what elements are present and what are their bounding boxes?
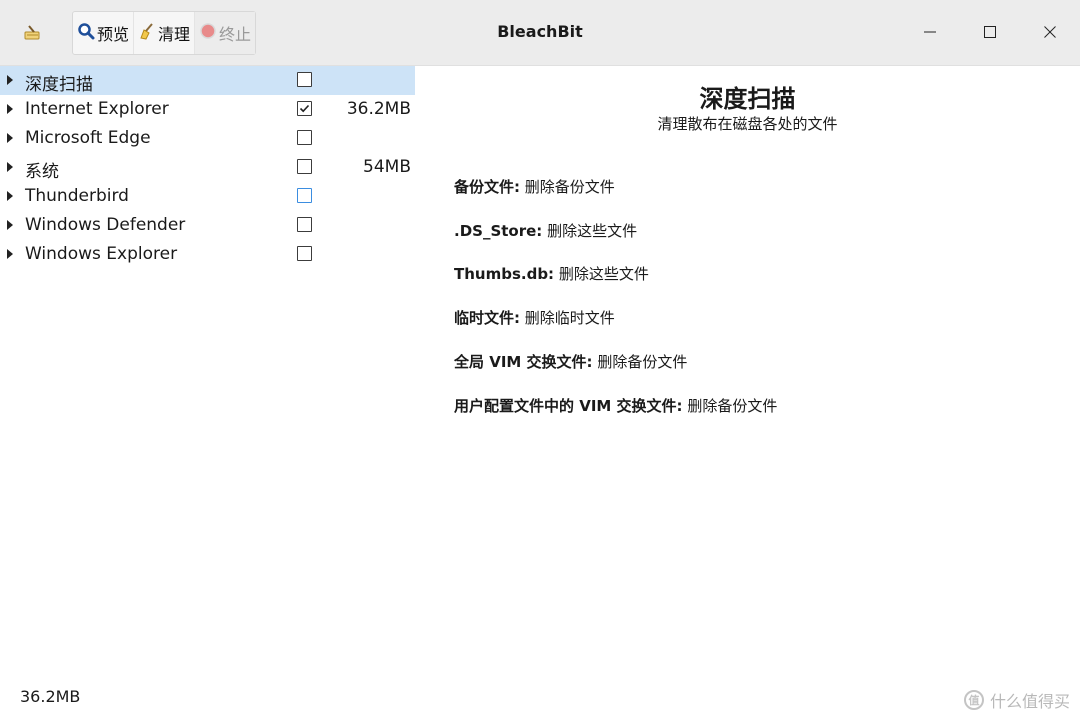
option-description: 备份文件: 删除备份文件 [454,176,615,197]
magnifier-icon [77,22,95,44]
tree-row-thunderbird[interactable]: Thunderbird [0,182,415,211]
tree-item-checkbox[interactable] [297,72,312,87]
tree-item-label: Windows Defender [25,215,186,235]
tree-item-checkbox[interactable] [297,188,312,203]
tree-row-system[interactable]: 系统 54MB [0,153,415,182]
tree-item-label: Internet Explorer [25,99,169,119]
option-name: 临时文件: [454,309,520,327]
stop-button[interactable]: 终止 [194,12,256,54]
minimize-icon [923,24,937,43]
option-text: 删除这些文件 [547,222,638,240]
tree-row-internet-explorer[interactable]: Internet Explorer 36.2MB [0,95,415,124]
stop-circle-icon [199,22,217,44]
tree-row-microsoft-edge[interactable]: Microsoft Edge [0,124,415,153]
tree-item-checkbox[interactable] [297,217,312,232]
clean-label: 清理 [158,25,191,44]
toolbar: 预览 清理 终止 [72,11,257,55]
option-description: 用户配置文件中的 VIM 交换文件: 删除备份文件 [454,395,777,416]
tree-item-label: Thunderbird [25,186,129,206]
option-name: 全局 VIM 交换文件: [454,353,593,371]
option-description: 临时文件: 删除临时文件 [454,307,615,328]
maximize-icon [983,24,997,43]
tree-item-checkbox[interactable] [297,101,312,116]
watermark-text: 什么值得买 [989,692,1070,711]
preview-label: 预览 [97,25,130,44]
expand-arrow-icon[interactable] [7,162,13,172]
option-description: 全局 VIM 交换文件: 删除备份文件 [454,351,687,372]
option-name: 用户配置文件中的 VIM 交换文件: [454,397,683,415]
expand-arrow-icon[interactable] [7,75,13,85]
option-text: 删除备份文件 [524,178,615,196]
tree-item-label: 系统 [25,162,59,182]
description-title: 深度扫描 [699,85,796,113]
watermark-logo-icon: 值 [963,690,984,710]
status-bar-text: 36.2MB [20,687,81,706]
tree-item-checkbox[interactable] [297,159,312,174]
tree-item-checkbox[interactable] [297,130,312,145]
option-text: 删除临时文件 [524,309,615,327]
preview-button[interactable]: 预览 [73,12,133,54]
close-button[interactable] [1020,0,1080,66]
option-name: .DS_Store: [454,222,543,240]
title-bar: 预览 清理 终止 BleachBit [0,0,1080,66]
tree-item-size: 36.2MB [346,99,411,119]
option-text: 删除备份文件 [687,397,778,415]
tree-row-deep-scan[interactable]: 深度扫描 [0,66,415,95]
expand-arrow-icon[interactable] [7,133,13,143]
option-name: Thumbs.db: [454,265,555,283]
clean-button[interactable]: 清理 [133,12,194,54]
tree-item-label: Windows Explorer [25,244,178,264]
tree-item-size: 54MB [363,157,411,177]
watermark: 值 什么值得买 [963,688,1070,712]
checkmark-icon [299,104,310,113]
expand-arrow-icon[interactable] [7,104,13,114]
description-subtitle: 清理散布在磁盘各处的文件 [657,115,838,133]
maximize-button[interactable] [960,0,1020,66]
option-text: 删除备份文件 [597,353,688,371]
broom-icon [22,22,44,44]
tree-item-checkbox[interactable] [297,246,312,261]
option-text: 删除这些文件 [558,265,649,283]
tree-row-windows-explorer[interactable]: Windows Explorer [0,240,415,269]
minimize-button[interactable] [900,0,960,66]
option-description: .DS_Store: 删除这些文件 [454,220,637,241]
expand-arrow-icon[interactable] [7,220,13,230]
window-controls [900,0,1080,66]
stop-label: 终止 [219,25,252,44]
expand-arrow-icon[interactable] [7,249,13,259]
tree-item-label: 深度扫描 [25,75,93,95]
option-name: 备份文件: [454,178,520,196]
close-icon [1043,24,1057,43]
broom-icon [138,22,156,44]
tree-item-label: Microsoft Edge [25,128,151,148]
expand-arrow-icon[interactable] [7,191,13,201]
cleaner-tree: 深度扫描 Internet Explorer 36.2MB Microsoft … [0,66,415,269]
option-description: Thumbs.db: 删除这些文件 [454,263,649,284]
tree-row-windows-defender[interactable]: Windows Defender [0,211,415,240]
